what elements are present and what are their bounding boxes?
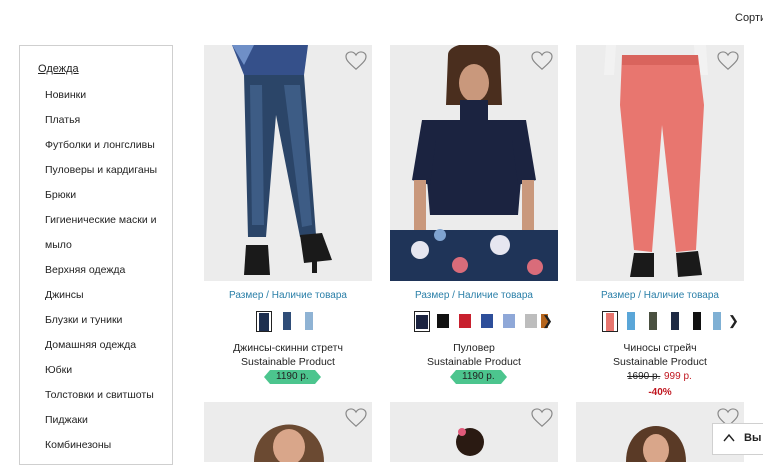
color-swatch[interactable] [502, 311, 518, 332]
color-swatches [204, 311, 372, 333]
sidebar-item[interactable]: Блузки и туники [45, 313, 157, 338]
sustainable-label: Sustainable Product [241, 356, 335, 368]
sustainable-label: Sustainable Product [427, 356, 521, 368]
color-swatch[interactable] [480, 311, 496, 332]
heart-icon[interactable] [531, 51, 553, 71]
color-swatch[interactable] [690, 311, 706, 332]
product-image[interactable] [576, 45, 744, 281]
sidebar-item[interactable]: Толстовки и свитшоты [45, 388, 157, 413]
sidebar-item[interactable]: Юбки [45, 363, 157, 388]
sale-price: 999 р. [664, 371, 692, 382]
sidebar-item[interactable]: Платья [45, 113, 157, 138]
sidebar-heading[interactable]: Одежда [38, 63, 79, 75]
heart-icon[interactable] [531, 408, 553, 428]
color-swatches: ❯ [576, 311, 744, 333]
old-price: 1690 р. [627, 371, 661, 382]
color-swatch[interactable] [602, 311, 618, 332]
sidebar-item[interactable]: мыло [45, 238, 157, 263]
discount-label: -40% [648, 387, 672, 398]
chevron-up-icon [723, 433, 735, 442]
chevron-right-icon[interactable]: ❯ [542, 313, 553, 329]
color-swatch[interactable] [436, 311, 452, 332]
size-availability-link[interactable]: Размер / Наличие товара [390, 290, 558, 301]
sidebar-list: Новинки Платья Футболки и лонгсливы Пуло… [45, 88, 157, 463]
product-image[interactable] [204, 402, 372, 462]
color-swatch[interactable] [710, 311, 726, 332]
scroll-top-button[interactable]: Вы [712, 423, 763, 455]
price-badge: 1190 р. [264, 370, 321, 384]
color-swatch[interactable] [458, 311, 474, 332]
size-availability-link[interactable]: Размер / Наличие товара [204, 290, 372, 301]
heart-icon[interactable] [345, 408, 367, 428]
scroll-top-label: Вы [744, 432, 762, 444]
sidebar-item[interactable]: Новинки [45, 88, 157, 113]
color-swatch[interactable] [668, 311, 684, 332]
heart-icon[interactable] [717, 51, 739, 71]
sidebar-item[interactable]: Брюки [45, 188, 157, 213]
color-swatch[interactable] [624, 311, 640, 332]
product-image[interactable] [390, 45, 558, 281]
color-swatch[interactable] [302, 311, 318, 332]
product-image[interactable] [390, 402, 558, 462]
size-availability-link[interactable]: Размер / Наличие товара [576, 290, 744, 301]
sidebar-item[interactable]: Гигиенические маски и [45, 213, 157, 238]
color-swatch[interactable] [646, 311, 662, 332]
category-sidebar: Одежда Новинки Платья Футболки и лонгсли… [19, 45, 173, 465]
sidebar-item[interactable]: Домашняя одежда [45, 338, 157, 363]
color-swatch[interactable] [256, 311, 272, 332]
product-name[interactable]: Пуловер [390, 342, 558, 354]
product-name[interactable]: Чиносы стрейч [576, 342, 744, 354]
chevron-right-icon[interactable]: ❯ [728, 313, 739, 329]
sort-label[interactable]: Сорти [735, 12, 763, 24]
product-name[interactable]: Джинсы-скинни стретч [204, 342, 372, 354]
sidebar-item[interactable]: Пуловеры и кардиганы [45, 163, 157, 188]
color-swatches: ❯ [390, 311, 558, 333]
sidebar-item[interactable]: Джинсы [45, 288, 157, 313]
heart-icon[interactable] [345, 51, 367, 71]
sustainable-label: Sustainable Product [613, 356, 707, 368]
color-swatch[interactable] [280, 311, 296, 332]
sidebar-item[interactable]: Футболки и лонгсливы [45, 138, 157, 163]
sidebar-item[interactable]: Верхняя одежда [45, 263, 157, 288]
color-swatch[interactable] [414, 311, 430, 332]
sidebar-item[interactable]: Комбинезоны [45, 438, 157, 463]
color-swatch[interactable] [524, 311, 540, 332]
price-badge: 1190 р. [450, 370, 507, 384]
sidebar-item[interactable]: Пиджаки [45, 413, 157, 438]
product-image[interactable] [204, 45, 372, 281]
